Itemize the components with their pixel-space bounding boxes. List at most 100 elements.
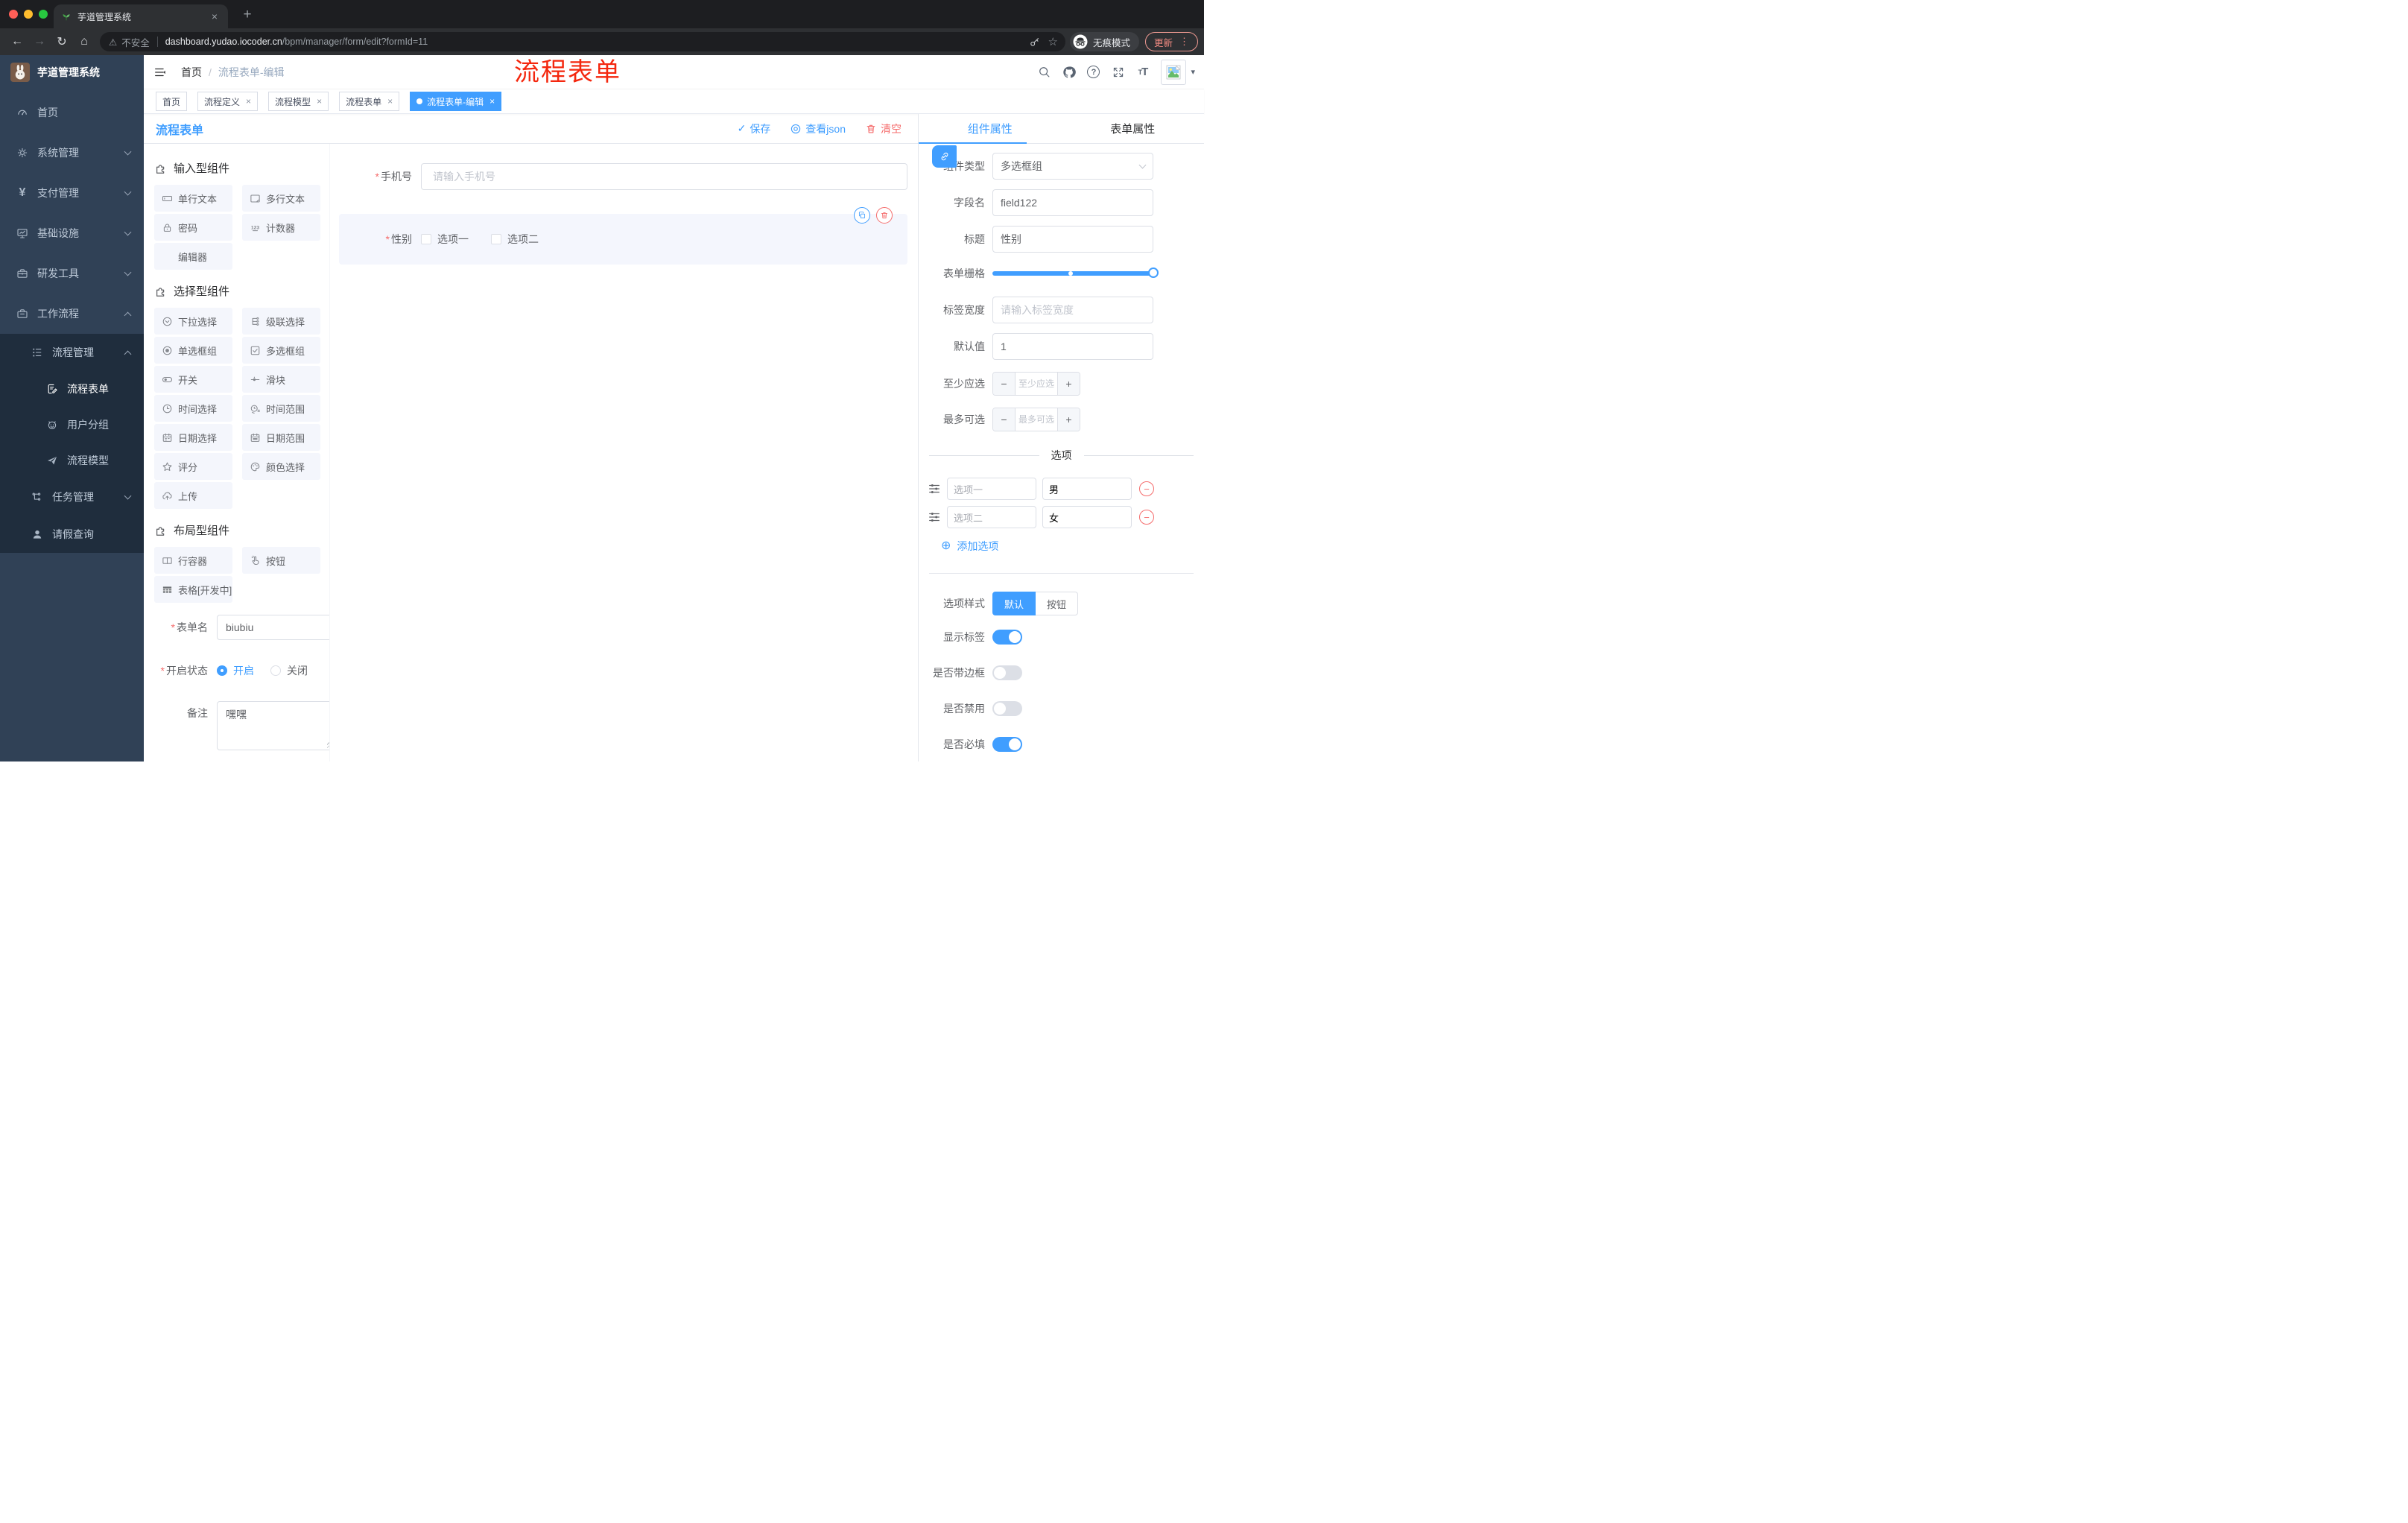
increase-button[interactable]: + [1058,408,1080,431]
form-canvas[interactable]: *手机号 *性别 选 [330,144,918,762]
canvas-field-gender-selected[interactable]: * 性别 选项一 选项二 [339,207,907,265]
tag-process-form[interactable]: 流程表单 × [339,92,400,111]
bookmark-star-icon[interactable]: ☆ [1048,35,1058,48]
fullscreen-icon[interactable] [1106,66,1130,78]
sidebar-item-devtools[interactable]: 研发工具 [0,253,144,294]
remove-option-button[interactable]: − [1139,481,1154,496]
tab-component-props[interactable]: 组件属性 [919,114,1062,143]
close-icon[interactable]: × [387,96,393,107]
canvas-field-phone[interactable]: * 手机号 [339,163,907,190]
palette-item-switch[interactable]: 开关 [154,366,232,393]
radio-off[interactable] [270,665,281,676]
radio-off-label[interactable]: 关闭 [287,663,308,678]
title-input[interactable] [992,226,1153,253]
close-window-button[interactable] [9,10,18,19]
gender-option-2[interactable]: 选项二 [491,232,539,247]
show-label-switch[interactable] [992,630,1022,645]
palette-item-time-range[interactable]: 时间范围 [242,395,320,422]
sidebar-item-system[interactable]: 系统管理 [0,133,144,173]
sidebar-item-process-form[interactable]: 流程表单 [0,371,144,407]
forward-icon[interactable]: → [28,35,51,48]
clear-button[interactable]: 清空 [865,121,902,136]
caret-down-icon[interactable]: ▾ [1191,67,1195,77]
min-select-stepper[interactable]: − + [992,372,1080,396]
radio-on-label[interactable]: 开启 [233,663,254,678]
drag-handle-icon[interactable] [928,510,941,524]
checkbox[interactable] [421,234,431,244]
palette-item-counter[interactable]: 计数器 [242,214,320,241]
text-size-icon[interactable]: TT [1130,66,1155,78]
drag-handle-icon[interactable] [928,482,941,495]
view-json-button[interactable]: 查看json [790,121,846,136]
style-default-button[interactable]: 默认 [992,592,1036,615]
palette-item-checkbox-group[interactable]: 多选框组 [242,337,320,364]
checkbox[interactable] [491,234,501,244]
option-label-input[interactable] [947,478,1036,500]
palette-item-button[interactable]: 按钮 [242,547,320,574]
option-label-input[interactable] [947,506,1036,528]
tab-close-icon[interactable]: × [209,10,221,22]
tag-process-definition[interactable]: 流程定义 × [197,92,259,111]
increase-button[interactable]: + [1058,373,1080,395]
add-option-button[interactable]: ⊕ 添加选项 [941,539,1204,554]
palette-item-table[interactable]: 表格[开发中] [154,576,232,603]
form-name-input[interactable] [217,615,329,640]
default-value-input[interactable] [992,333,1153,360]
question-icon[interactable]: ? [1081,66,1106,78]
remove-option-button[interactable]: − [1139,510,1154,525]
label-width-input[interactable] [992,297,1153,323]
sidebar-item-user-group[interactable]: 用户分组 [0,407,144,443]
sidebar-item-home[interactable]: 首页 [0,92,144,133]
close-icon[interactable]: × [317,96,322,107]
radio-on[interactable] [217,665,227,676]
phone-input[interactable] [421,163,907,190]
home-icon[interactable]: ⌂ [73,35,95,48]
sidebar-logo[interactable]: 芋道管理系统 [0,55,144,89]
close-icon[interactable]: × [246,96,251,107]
sidebar-item-workflow[interactable]: 工作流程 [0,294,144,334]
avatar[interactable] [1161,59,1187,85]
style-button-button[interactable]: 按钮 [1036,592,1079,615]
palette-item-row-container[interactable]: 行容器 [154,547,232,574]
delete-widget-button[interactable] [876,207,893,224]
palette-item-editor[interactable]: 编辑器 [154,243,232,270]
palette-item-multi-text[interactable]: 多行文本 [242,185,320,212]
sidebar-item-leave-query[interactable]: 请假查询 [0,516,144,553]
option-value-input[interactable] [1042,478,1132,500]
password-key-icon[interactable] [1029,36,1041,48]
max-select-stepper[interactable]: − + [992,408,1080,431]
required-switch[interactable] [992,737,1022,752]
close-icon[interactable]: × [489,96,495,107]
sidebar-item-task-mgmt[interactable]: 任务管理 [0,478,144,516]
palette-item-rate[interactable]: 评分 [154,453,232,480]
field-name-input[interactable] [992,189,1153,216]
palette-item-time[interactable]: 时间选择 [154,395,232,422]
palette-item-date-range[interactable]: 日期范围 [242,424,320,451]
data-binding-tag[interactable] [932,145,957,168]
sidebar-item-infra[interactable]: 基础设施 [0,213,144,253]
min-select-input[interactable] [1015,373,1058,395]
back-icon[interactable]: ← [6,35,28,48]
disabled-switch[interactable] [992,701,1022,716]
sidebar-item-payment[interactable]: ¥ 支付管理 [0,173,144,213]
save-button[interactable]: ✓ 保存 [738,121,771,136]
update-button[interactable]: 更新 ⋮ [1144,32,1198,51]
form-remark-textarea[interactable]: 嘿嘿 [217,701,329,750]
component-type-select[interactable]: 多选框组 [992,153,1153,180]
sidebar-item-process-mgmt[interactable]: 流程管理 [0,334,144,371]
decrease-button[interactable]: − [993,373,1015,395]
reload-icon[interactable]: ↻ [51,34,73,49]
address-bar[interactable]: ⚠ 不安全 dashboard.yudao.iocoder.cn /bpm/ma… [100,32,1065,51]
search-icon[interactable] [1032,66,1056,78]
palette-item-single-text[interactable]: 单行文本 [154,185,232,212]
slider-handle[interactable] [1148,267,1159,278]
tag-process-model[interactable]: 流程模型 × [268,92,329,111]
collapse-sidebar-button[interactable] [144,66,177,79]
tab-form-props[interactable]: 表单属性 [1062,114,1205,143]
max-select-input[interactable] [1015,408,1058,431]
decrease-button[interactable]: − [993,408,1015,431]
browser-tab[interactable]: 芋道管理系统 × [54,4,228,28]
tag-process-form-edit[interactable]: 流程表单-编辑 × [410,92,502,111]
security-indicator[interactable]: ⚠ 不安全 [109,35,150,49]
border-switch[interactable] [992,665,1022,680]
